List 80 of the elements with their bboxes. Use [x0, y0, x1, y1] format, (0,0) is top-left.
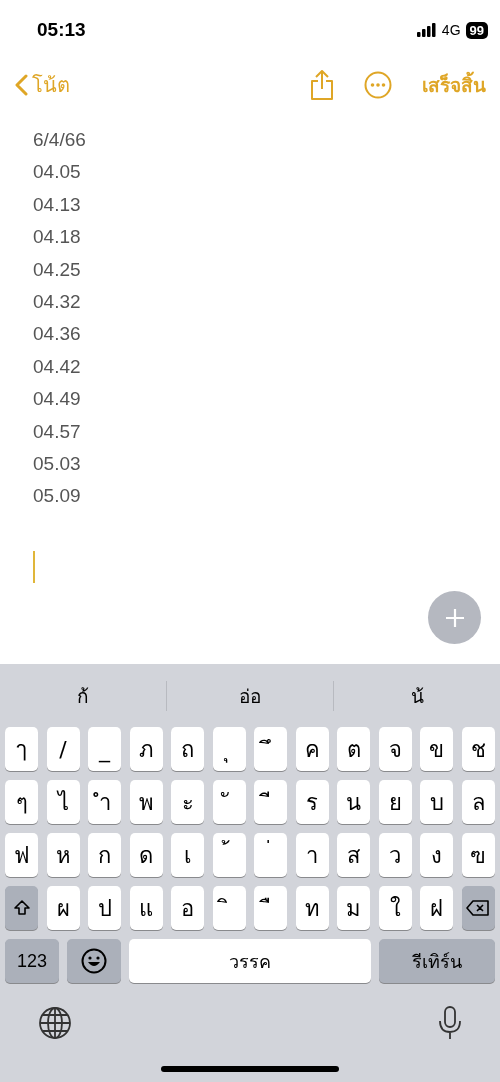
microphone-icon[interactable]: [438, 1005, 462, 1040]
network-label: 4G: [441, 22, 461, 38]
suggestion[interactable]: อ่อ: [167, 680, 334, 711]
letter-key[interactable]: ี: [254, 780, 288, 824]
letter-key[interactable]: ต: [337, 727, 371, 771]
letter-key[interactable]: ๅ: [5, 727, 38, 771]
shift-icon: [12, 899, 31, 917]
letter-key[interactable]: ใ: [378, 886, 412, 930]
letter-key[interactable]: ป: [88, 886, 122, 930]
letter-key[interactable]: ผ: [46, 886, 80, 930]
letter-key[interactable]: จ: [378, 727, 412, 771]
letter-key[interactable]: บ: [420, 780, 454, 824]
letter-key[interactable]: ำ: [88, 780, 122, 824]
note-line: 04.42: [33, 354, 82, 379]
letter-key[interactable]: ฝ: [420, 886, 454, 930]
letter-key[interactable]: ๆ: [5, 780, 38, 824]
emoji-key[interactable]: [67, 939, 121, 983]
letter-key[interactable]: ห: [46, 833, 80, 877]
letter-key[interactable]: ฟ: [5, 833, 38, 877]
battery-level: 99: [465, 21, 488, 39]
note-line: 04.05: [33, 160, 82, 185]
return-key[interactable]: รีเทิร์น: [379, 939, 495, 983]
letter-key[interactable]: แ: [129, 886, 163, 930]
note-line: 05.09: [33, 484, 82, 509]
letter-key[interactable]: ล: [461, 780, 495, 824]
chevron-left-icon: [14, 74, 28, 96]
note-line: 04.36: [33, 322, 82, 347]
letter-key[interactable]: เ: [171, 833, 205, 877]
letter-key[interactable]: ร: [295, 780, 329, 824]
letter-key[interactable]: ่: [254, 833, 288, 877]
letter-key[interactable]: ก: [88, 833, 122, 877]
text-cursor: [33, 550, 35, 583]
note-line: 04.18: [33, 225, 82, 250]
letter-key[interactable]: ด: [129, 833, 163, 877]
letter-key[interactable]: ย: [378, 780, 412, 824]
letter-key[interactable]: ้: [212, 833, 246, 877]
note-line: 04.13: [33, 192, 82, 217]
status-time: 05:13: [37, 19, 86, 41]
delete-icon: [466, 899, 491, 917]
letter-key[interactable]: ช: [461, 727, 495, 771]
letter-key[interactable]: ึ: [254, 727, 288, 771]
letter-key[interactable]: น: [337, 780, 371, 824]
letter-key[interactable]: ุ: [212, 727, 246, 771]
note-line: 6/4/66: [33, 128, 87, 152]
letter-key[interactable]: ท: [295, 886, 329, 930]
letter-key[interactable]: ไ: [46, 780, 80, 824]
shift-key[interactable]: [5, 886, 38, 930]
letter-key[interactable]: ง: [420, 833, 454, 877]
letter-key[interactable]: ค: [295, 727, 329, 771]
note-line: 04.49: [33, 387, 82, 412]
back-label: โน้ต: [32, 73, 70, 98]
letter-key[interactable]: ส: [337, 833, 371, 877]
letter-key[interactable]: ถ: [171, 727, 205, 771]
space-key[interactable]: วรรค: [129, 939, 371, 983]
letter-key[interactable]: ม: [337, 886, 371, 930]
signal-icon: [416, 23, 437, 37]
letter-key[interactable]: ภ: [129, 727, 163, 771]
letter-key[interactable]: _: [88, 727, 122, 771]
letter-key[interactable]: พ: [129, 780, 163, 824]
letter-key[interactable]: ข: [420, 727, 454, 771]
letter-key[interactable]: ิ: [212, 886, 246, 930]
letter-key[interactable]: อ: [171, 886, 205, 930]
letter-key[interactable]: ื: [254, 886, 288, 930]
note-line: 04.32: [33, 290, 82, 315]
suggestion[interactable]: ก้: [0, 680, 167, 711]
letter-key[interactable]: ั: [212, 780, 246, 824]
letter-key[interactable]: า: [295, 833, 329, 877]
note-line: 04.57: [33, 419, 82, 444]
letter-key[interactable]: /: [46, 727, 80, 771]
delete-key[interactable]: [461, 886, 495, 930]
note-line: 05.03: [33, 452, 82, 477]
letter-key[interactable]: ะ: [171, 780, 205, 824]
numbers-key[interactable]: 123: [5, 939, 59, 983]
globe-icon[interactable]: [38, 1005, 72, 1040]
smiley-icon: [81, 948, 107, 974]
note-line: 04.25: [33, 257, 82, 282]
letter-key[interactable]: ฃ: [461, 833, 495, 877]
plus-icon: [444, 607, 465, 628]
suggestion[interactable]: น้: [334, 680, 500, 711]
letter-key[interactable]: ว: [378, 833, 412, 877]
